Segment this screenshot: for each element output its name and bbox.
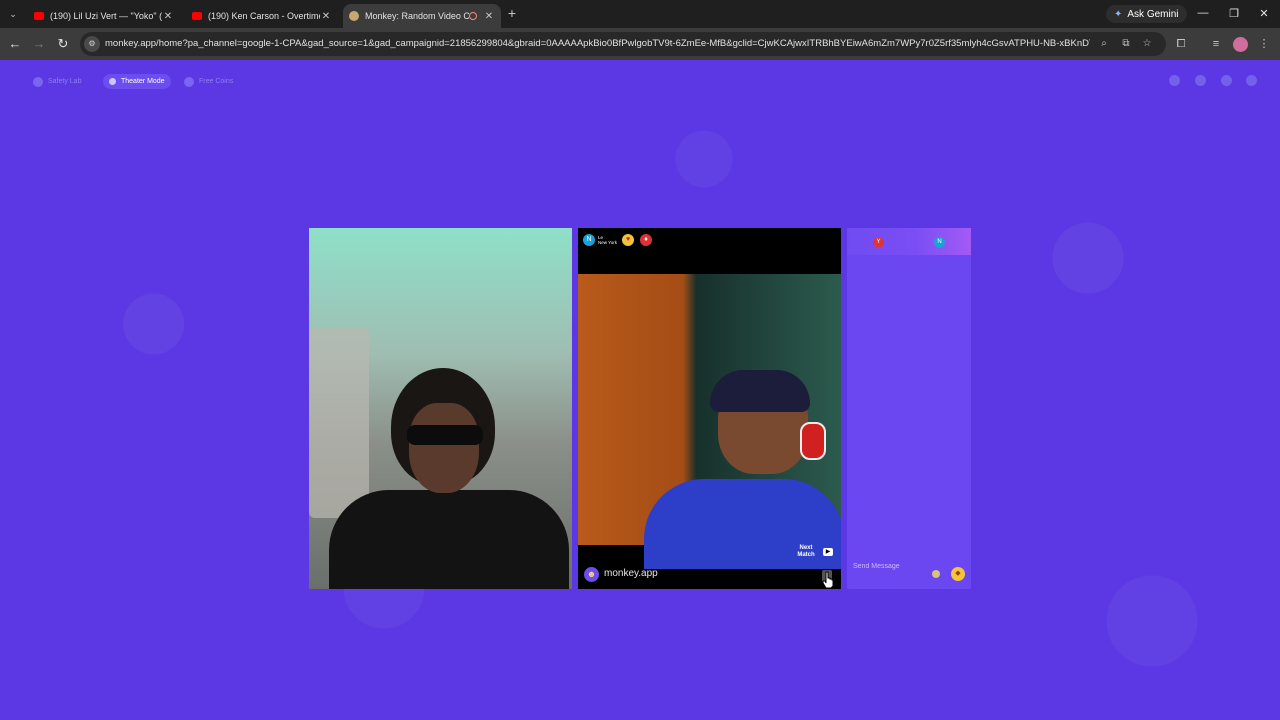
install-app-icon[interactable]: ⧉ — [1118, 32, 1134, 56]
partner-cap — [710, 370, 810, 412]
next-match-button[interactable]: ▶ — [823, 548, 833, 556]
ask-gemini-label: Ask Gemini — [1127, 8, 1179, 20]
free-coins-label: Free Coins — [199, 78, 234, 85]
recording-icon — [469, 12, 477, 20]
theater-mode-button[interactable]: Theater Mode — [103, 74, 171, 89]
bookmark-star-icon[interactable]: ☆ — [1139, 32, 1155, 56]
browser-tab-active[interactable]: Monkey: Random Video Ch ✕ — [343, 4, 501, 28]
site-info-icon[interactable]: ⚙ — [84, 36, 100, 52]
tab-search-button[interactable]: ⌄ — [4, 5, 22, 23]
next-match-label: Next Match — [797, 545, 815, 558]
chat-panel: Y N ◆ — [847, 228, 971, 589]
safety-lab-label: Safety Lab — [48, 78, 82, 85]
background-chair — [309, 328, 369, 518]
shop-icon[interactable] — [1169, 75, 1180, 86]
close-tab-icon[interactable]: ✕ — [483, 11, 495, 22]
emoji-icon[interactable] — [932, 570, 940, 578]
back-icon[interactable]: ← — [7, 36, 23, 52]
self-video — [309, 228, 572, 589]
monkey-icon — [349, 11, 359, 21]
person-face — [409, 403, 479, 493]
user-avatar[interactable] — [1246, 75, 1257, 86]
history-icon[interactable] — [1195, 75, 1206, 86]
gemini-sparkle-icon: ✦ — [1114, 8, 1123, 20]
monkey-logo-icon: ☻ — [584, 567, 599, 582]
tab-title: (190) Lil Uzi Vert — "Yoko" (Ma — [50, 11, 162, 21]
menu-kebab-icon[interactable]: ⋮ — [1256, 36, 1272, 52]
ask-gemini-button[interactable]: ✦ Ask Gemini — [1106, 5, 1187, 23]
minimize-icon[interactable]: — — [1196, 7, 1210, 19]
browser-tab-bar: ⌄ (190) Lil Uzi Vert — "Yoko" (Ma ✕ (190… — [0, 0, 1280, 28]
hand-cursor-icon — [822, 571, 834, 589]
free-coins-link[interactable]: Free Coins — [184, 74, 233, 89]
new-tab-button[interactable]: + — [505, 6, 519, 20]
monkey-watermark: monkey.app — [604, 568, 658, 579]
partner-headset — [800, 422, 826, 460]
partner-location: New York — [598, 240, 618, 245]
reload-icon[interactable]: ↻ — [55, 36, 71, 52]
window-close-icon[interactable]: ✕ — [1257, 7, 1271, 20]
partner-video: N Le New York ♥ ♦ Next Match ▶ ☻ monkey.… — [578, 228, 841, 589]
partner-chat-avatar[interactable]: N — [934, 237, 945, 248]
safety-lab-link[interactable]: Safety Lab — [33, 74, 81, 89]
forward-icon[interactable]: → — [31, 36, 47, 52]
browser-tab[interactable]: (190) Lil Uzi Vert — "Yoko" (Ma ✕ — [28, 4, 180, 28]
self-avatar[interactable]: Y — [873, 237, 884, 248]
messages-icon[interactable] — [1221, 75, 1232, 86]
extensions-icon[interactable]: ⧠ — [1173, 36, 1189, 52]
heart-icon[interactable]: ♥ — [622, 234, 635, 246]
restore-icon[interactable]: ❐ — [1227, 7, 1241, 20]
url-text[interactable]: monkey.app/home?pa_channel=google-1-CPA&… — [105, 32, 1090, 56]
partner-room — [578, 274, 841, 569]
person-body — [329, 490, 569, 589]
monkey-page: Safety Lab Theater Mode Free Coins N Le … — [0, 60, 1280, 720]
tab-title: Monkey: Random Video Ch — [365, 11, 469, 21]
chat-header: Y N — [847, 228, 971, 255]
safety-lab-icon — [33, 76, 43, 87]
zoom-icon[interactable]: ⌕ — [1096, 32, 1112, 56]
partner-details: Le New York — [598, 235, 617, 245]
flame-icon[interactable]: ♦ — [640, 234, 653, 246]
browser-toolbar: ← → ↻ ⚙ monkey.app/home?pa_channel=googl… — [0, 28, 1280, 60]
youtube-icon — [34, 12, 44, 20]
address-bar[interactable]: ⚙ monkey.app/home?pa_channel=google-1-CP… — [80, 32, 1166, 56]
profile-avatar-icon[interactable] — [1233, 37, 1248, 52]
tab-title: (190) Ken Carson - Overtime (O — [208, 11, 320, 21]
message-input[interactable] — [853, 563, 923, 570]
sunglasses — [407, 425, 483, 445]
close-tab-icon[interactable]: ✕ — [320, 11, 332, 22]
media-controls-icon[interactable]: ≡ — [1208, 36, 1224, 52]
partner-info: N Le New York ♥ ♦ — [583, 234, 658, 246]
theater-mode-label: Theater Mode — [121, 78, 165, 85]
partner-avatar[interactable]: N — [583, 234, 595, 246]
youtube-icon — [192, 12, 202, 20]
coins-icon — [184, 76, 194, 87]
gift-icon[interactable]: ◆ — [951, 567, 965, 581]
browser-tab[interactable]: (190) Ken Carson - Overtime (O ✕ — [186, 4, 338, 28]
close-tab-icon[interactable]: ✕ — [162, 11, 174, 22]
theater-mode-icon — [109, 78, 116, 85]
